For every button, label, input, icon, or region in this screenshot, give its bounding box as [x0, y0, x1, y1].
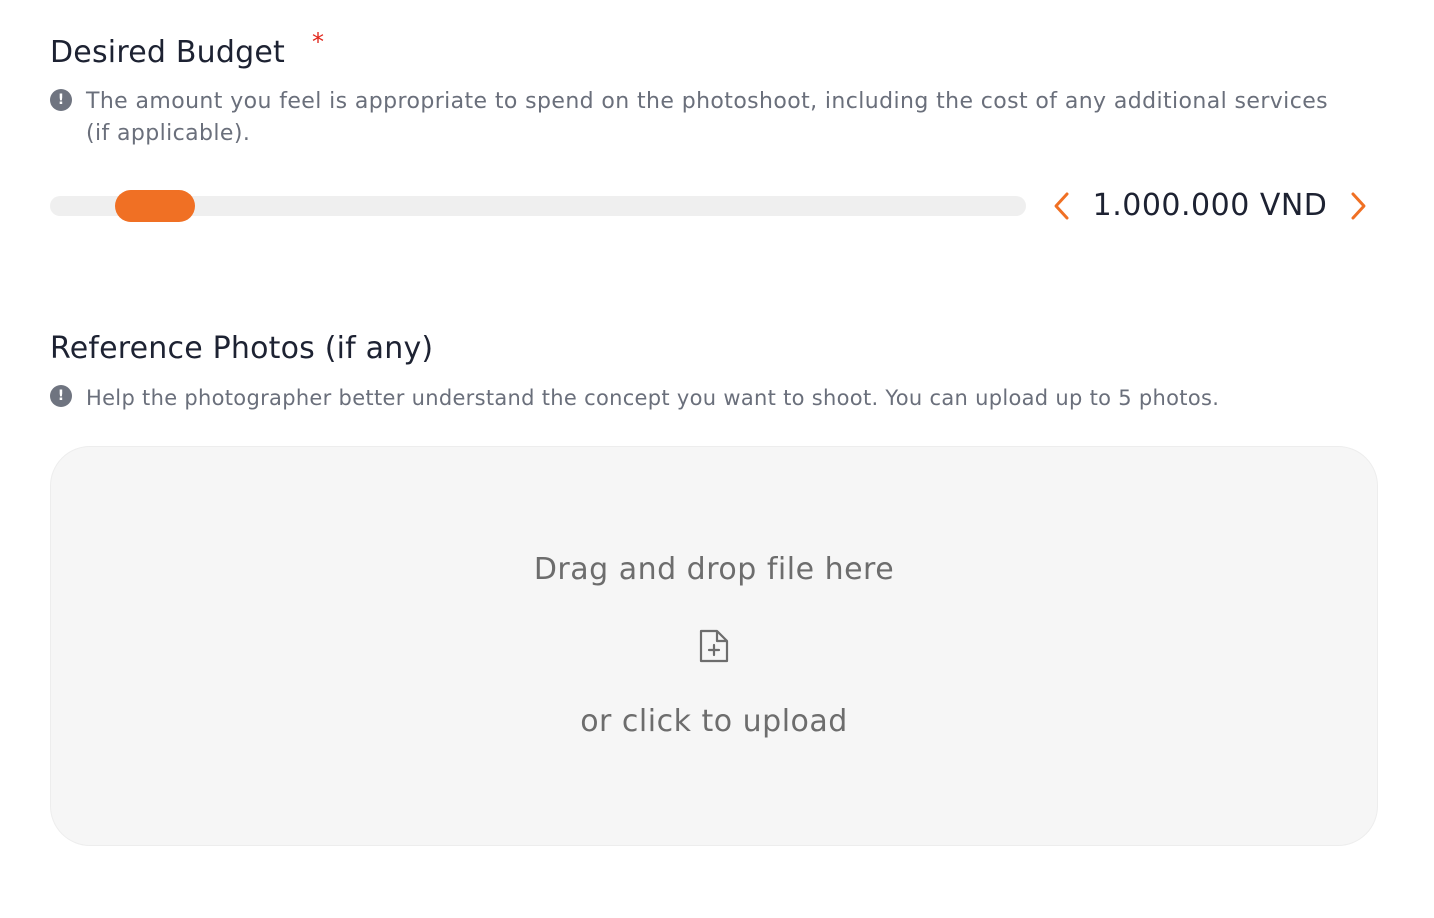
reference-hint: ! Help the photographer better understan… [50, 382, 1390, 414]
upload-click-text: or click to upload [580, 704, 848, 739]
budget-slider-thumb[interactable] [115, 190, 195, 222]
required-indicator: * [312, 28, 324, 56]
budget-value: 1.000.000 VND [1092, 188, 1328, 223]
reference-photos-title: Reference Photos (if any) [50, 331, 434, 366]
budget-hint: ! The amount you feel is appropriate to … [50, 86, 1330, 150]
file-add-icon[interactable] [697, 627, 731, 665]
info-circle-icon: ! [50, 89, 72, 111]
budget-hint-text: The amount you feel is appropriate to sp… [86, 89, 1328, 146]
info-circle-icon: ! [50, 385, 72, 407]
chevron-left-icon[interactable] [1047, 190, 1077, 222]
budget-slider-track[interactable] [50, 196, 1026, 216]
reference-hint-text: Help the photographer better understand … [86, 386, 1220, 410]
budget-title: Desired Budget [50, 35, 285, 70]
chevron-right-icon[interactable] [1343, 190, 1373, 222]
upload-drag-text: Drag and drop file here [533, 552, 895, 587]
